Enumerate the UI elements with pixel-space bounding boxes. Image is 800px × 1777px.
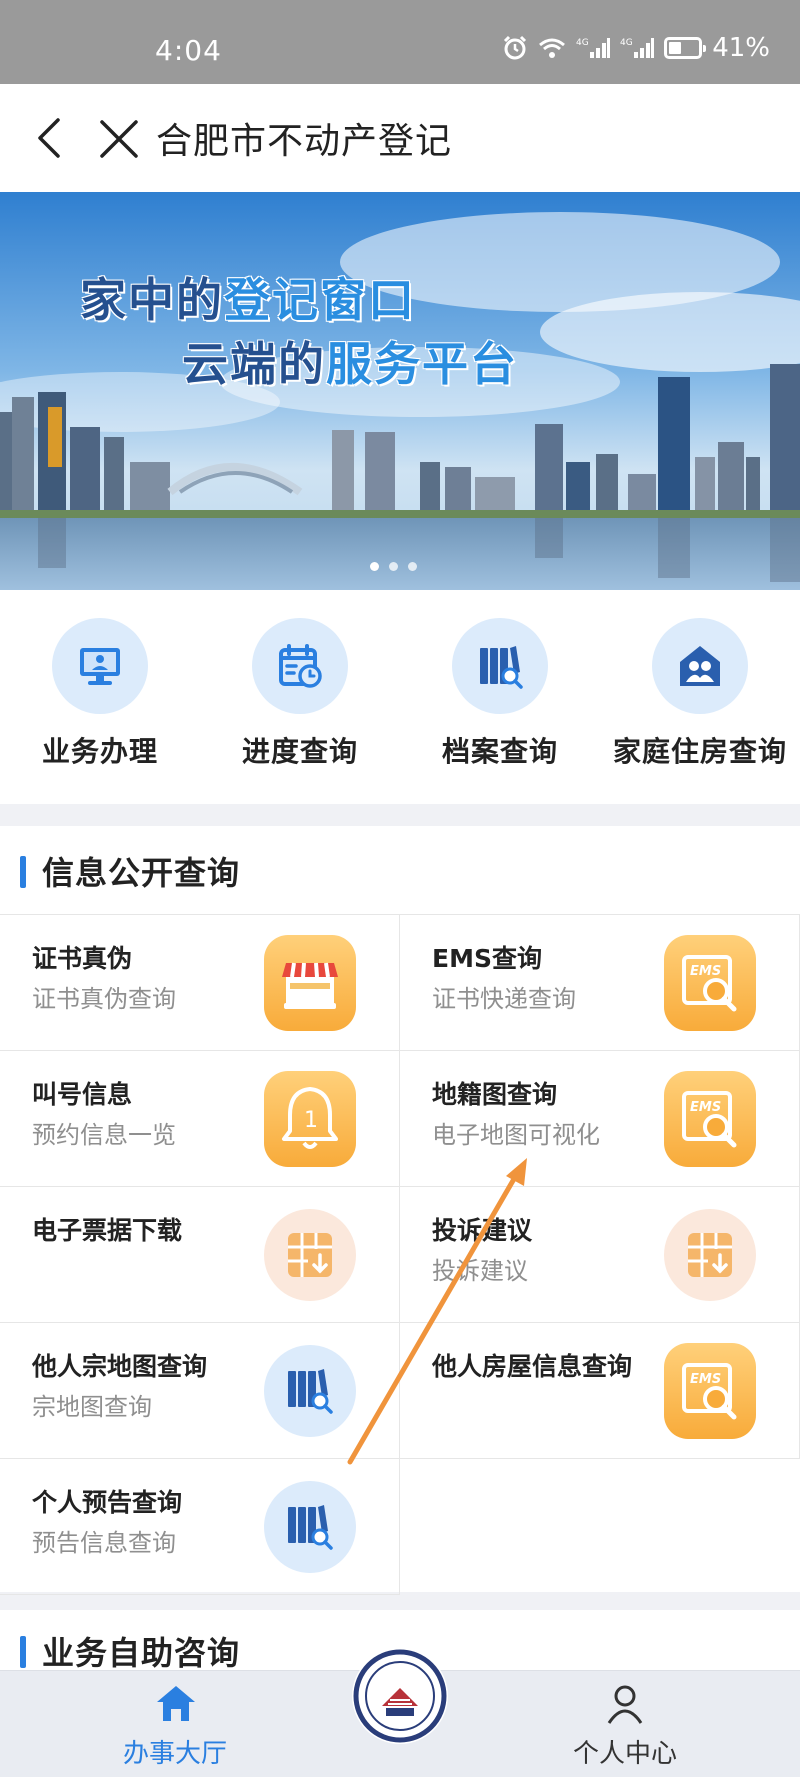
page-title: 合肥市不动产登记: [156, 121, 453, 162]
signal-4g-icon: 4G: [576, 38, 611, 58]
ems-search-icon: EMS: [664, 935, 756, 1031]
carousel-indicator: [370, 562, 417, 571]
quick-nav-label: 家庭住房查询: [612, 735, 787, 768]
info-public-query-section: 信息公开查询 证书真伪 证书真伪查询 EMS查询 证书快递查询 EMS 叫号信息…: [0, 826, 800, 1595]
grid-item-title: 投诉建议: [432, 1216, 533, 1245]
grid-item-subtitle: 预告信息查询: [32, 1529, 176, 1557]
banner-slogan-line2: 云端的服务平台: [182, 337, 518, 391]
quick-nav-archive[interactable]: 档案查询: [400, 618, 600, 770]
grid-item-cadastral-map[interactable]: 地籍图查询 电子地图可视化 EMS: [400, 1051, 800, 1187]
archive-search-icon: [452, 618, 548, 714]
section-header: 信息公开查询: [0, 826, 800, 914]
battery-percent: 41%: [712, 33, 770, 63]
grid-download-icon: [264, 1209, 356, 1301]
quick-nav-business[interactable]: 业务办理: [0, 618, 200, 770]
grid-item-title: 他人房屋信息查询: [432, 1352, 633, 1381]
grid-item-queue-info[interactable]: 叫号信息 预约信息一览 1: [0, 1051, 400, 1187]
section-title: 业务自助咨询: [42, 1634, 241, 1672]
quick-nav-progress[interactable]: 进度查询: [200, 618, 400, 770]
bell-number-icon: 1: [264, 1071, 356, 1167]
status-bar: 4:04 4G 4G 41%: [0, 0, 800, 84]
grid-item-cert-authenticity[interactable]: 证书真伪 证书真伪查询: [0, 915, 400, 1051]
section-accent-bar: [20, 856, 26, 888]
status-time: 4:04: [155, 34, 222, 67]
grid-item-title: 叫号信息: [32, 1080, 133, 1109]
grid-item-others-parcel-map[interactable]: 他人宗地图查询 宗地图查询: [0, 1323, 400, 1459]
quick-nav-label: 业务办理: [41, 735, 158, 768]
signal-4g-icon: 4G: [620, 38, 655, 58]
svg-text:EMS: EMS: [690, 1372, 721, 1387]
ems-search-icon: EMS: [664, 1071, 756, 1167]
grid-item-title: 证书真伪: [32, 944, 133, 973]
grid-item-subtitle: 投诉建议: [432, 1257, 528, 1285]
storefront-icon: [264, 935, 356, 1031]
status-icons: 4G 4G 41%: [502, 33, 770, 63]
quick-nav-family-housing[interactable]: 家庭住房查询: [600, 618, 800, 770]
carousel-dot[interactable]: [408, 562, 417, 571]
close-icon[interactable]: [98, 118, 140, 160]
battery-icon: [664, 37, 707, 59]
archive-search-icon: [264, 1481, 356, 1573]
quick-nav: 业务办理 进度查询 档案查询 家庭住房查询: [0, 590, 800, 804]
grid-item-personal-notice[interactable]: 个人预告查询 预告信息查询: [0, 1459, 400, 1595]
grid-item-others-house-info[interactable]: 他人房屋信息查询 EMS: [400, 1323, 800, 1459]
grid-item-ems-query[interactable]: EMS查询 证书快递查询 EMS: [400, 915, 800, 1051]
section-accent-bar: [20, 1636, 26, 1668]
banner-slogan-line1: 家中的登记窗口: [80, 273, 416, 327]
grid-item-complaints[interactable]: 投诉建议 投诉建议: [400, 1187, 800, 1323]
family-house-icon: [652, 618, 748, 714]
grid-item-title: EMS查询: [432, 944, 542, 973]
grid-item-subtitle: 宗地图查询: [32, 1393, 152, 1421]
app-screen: 4:04 4G 4G 41% 合肥市不动产登记 家中的登记窗口 云端的服务平台 …: [0, 0, 800, 1777]
svg-text:1: 1: [304, 1108, 318, 1133]
carousel-dot[interactable]: [370, 562, 379, 571]
grid-item-e-receipt-download[interactable]: 电子票据下载: [0, 1187, 400, 1323]
svg-text:EMS: EMS: [690, 1100, 721, 1115]
monitor-service-icon: [52, 618, 148, 714]
svg-text:4G: 4G: [620, 38, 633, 48]
tab-label: 办事大厅: [122, 1739, 227, 1769]
section-title: 信息公开查询: [42, 854, 241, 892]
grid-item-title: 他人宗地图查询: [32, 1352, 208, 1381]
grid-download-icon: [664, 1209, 756, 1301]
quick-nav-label: 进度查询: [241, 735, 358, 768]
back-arrow-icon[interactable]: [30, 116, 70, 160]
grid-item-title: 电子票据下载: [32, 1216, 183, 1245]
carousel-dot[interactable]: [389, 562, 398, 571]
banner-carousel[interactable]: 家中的登记窗口 云端的服务平台: [0, 192, 800, 590]
grid-item-subtitle: 预约信息一览: [32, 1121, 176, 1149]
ems-search-icon: EMS: [664, 1343, 756, 1439]
wifi-icon: [539, 38, 566, 58]
grid-item-title: 个人预告查询: [32, 1488, 183, 1517]
tab-label: 个人中心: [572, 1739, 677, 1769]
grid-item-subtitle: 证书快递查询: [432, 985, 576, 1013]
calendar-clock-icon: [252, 618, 348, 714]
home-icon: [157, 1686, 195, 1721]
grid-item-title: 地籍图查询: [432, 1080, 558, 1109]
real-estate-registration-logo[interactable]: [352, 1648, 448, 1744]
quick-nav-label: 档案查询: [441, 735, 558, 768]
nav-bar: 合肥市不动产登记: [0, 84, 800, 192]
grid-item-subtitle: 证书真伪查询: [32, 985, 176, 1013]
grid-item-subtitle: 电子地图可视化: [432, 1121, 600, 1149]
archive-search-icon: [264, 1345, 356, 1437]
query-grid: 证书真伪 证书真伪查询 EMS查询 证书快递查询 EMS 叫号信息 预约信息一览…: [0, 914, 800, 1595]
svg-text:4G: 4G: [576, 38, 589, 48]
svg-text:EMS: EMS: [690, 964, 721, 979]
person-icon: [607, 1685, 643, 1724]
alarm-icon: [504, 35, 527, 60]
